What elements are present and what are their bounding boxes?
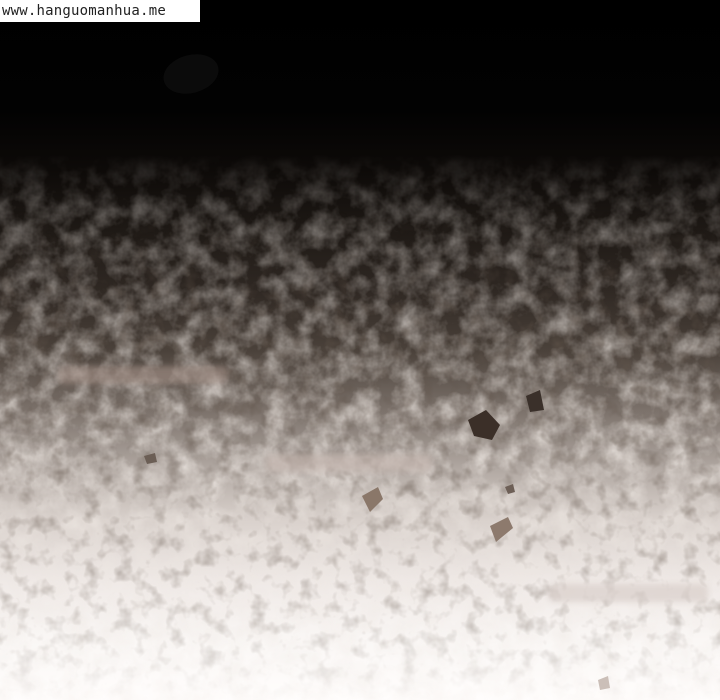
watermark-banner: www.hanguomanhua.me (0, 0, 200, 22)
blurred-text-line (548, 584, 708, 602)
dark-petal (163, 54, 219, 94)
debris-fragment (362, 487, 383, 512)
blurred-text-line (58, 366, 228, 384)
debris-fragment (490, 517, 513, 542)
watermark-text: www.hanguomanhua.me (2, 3, 166, 19)
debris-fragment (144, 453, 157, 464)
debris-fragment (468, 410, 500, 440)
debris-fragment (598, 676, 610, 690)
comic-panel-scene: www.hanguomanhua.me (0, 0, 720, 700)
debris-fragment (505, 484, 515, 494)
debris-fragment (526, 390, 544, 412)
blurred-text-line (266, 454, 432, 472)
